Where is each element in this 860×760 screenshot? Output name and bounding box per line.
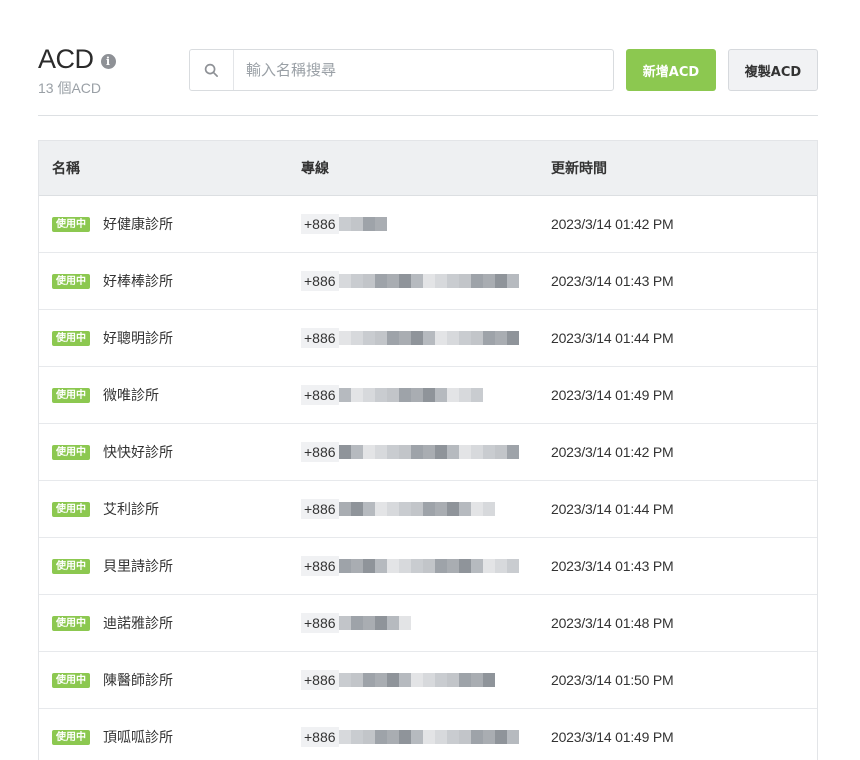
- name-cell: 使用中 微唯診所: [52, 385, 159, 405]
- redacted-number: [338, 499, 495, 519]
- redacted-number: [338, 385, 483, 405]
- status-badge: 使用中: [52, 216, 90, 232]
- line-number: +886: [301, 556, 339, 576]
- table-row[interactable]: 使用中 迪諾雅診所 +886 2023/3/14 01:48 PM: [39, 595, 817, 652]
- acd-list-page: ACD i 13 個ACD 新增ACD 複製ACD 名稱 專線 更新時間 使用中…: [0, 0, 860, 760]
- updated-time: 2023/3/14 01:44 PM: [551, 501, 674, 517]
- column-header-line[interactable]: 專線: [301, 158, 329, 178]
- updated-time: 2023/3/14 01:48 PM: [551, 615, 674, 631]
- acd-name[interactable]: 頂呱呱診所: [103, 727, 173, 747]
- status-badge: 使用中: [52, 615, 90, 631]
- line-number: +886: [301, 499, 339, 519]
- header-divider: [38, 115, 818, 116]
- updated-time: 2023/3/14 01:49 PM: [551, 387, 674, 403]
- acd-name[interactable]: 好健康診所: [103, 214, 173, 234]
- updated-time: 2023/3/14 01:42 PM: [551, 444, 674, 460]
- line-cell: +886: [301, 613, 411, 633]
- redacted-number: [338, 727, 519, 747]
- search-icon[interactable]: [190, 50, 234, 90]
- acd-name[interactable]: 快快好診所: [103, 442, 173, 462]
- name-cell: 使用中 貝里詩診所: [52, 556, 173, 576]
- status-badge: 使用中: [52, 729, 90, 745]
- name-cell: 使用中 好聰明診所: [52, 328, 173, 348]
- acd-name[interactable]: 微唯診所: [103, 385, 159, 405]
- line-cell: +886: [301, 442, 519, 462]
- column-header-name[interactable]: 名稱: [52, 158, 80, 178]
- table-row[interactable]: 使用中 微唯診所 +886 2023/3/14 01:49 PM: [39, 367, 817, 424]
- status-badge: 使用中: [52, 387, 90, 403]
- name-cell: 使用中 頂呱呱診所: [52, 727, 173, 747]
- line-cell: +886: [301, 385, 483, 405]
- name-cell: 使用中 陳醫師診所: [52, 670, 173, 690]
- table-row[interactable]: 使用中 頂呱呱診所 +886 2023/3/14 01:49 PM: [39, 709, 817, 760]
- acd-count: 13 個ACD: [38, 80, 102, 96]
- acd-name[interactable]: 陳醫師診所: [103, 670, 173, 690]
- name-cell: 使用中 艾利診所: [52, 499, 159, 519]
- acd-name[interactable]: 好聰明診所: [103, 328, 173, 348]
- redacted-number: [338, 214, 387, 234]
- search-box: [189, 49, 614, 91]
- table-header: 名稱 專線 更新時間: [39, 140, 817, 196]
- page-title: ACD i: [38, 44, 116, 75]
- line-number: +886: [301, 670, 339, 690]
- line-number: +886: [301, 727, 339, 747]
- status-badge: 使用中: [52, 444, 90, 460]
- acd-table: 名稱 專線 更新時間 使用中 好健康診所 +886 2023/3/14 01:42 P…: [38, 140, 818, 760]
- table-body: 使用中 好健康診所 +886 2023/3/14 01:42 PM 使用中 好棒棒診所 +8…: [39, 196, 817, 760]
- add-acd-button[interactable]: 新增ACD: [626, 49, 716, 91]
- line-cell: +886: [301, 670, 495, 690]
- name-cell: 使用中 好棒棒診所: [52, 271, 173, 291]
- acd-name[interactable]: 貝里詩診所: [103, 556, 173, 576]
- status-badge: 使用中: [52, 273, 90, 289]
- title-block: ACD i 13 個ACD: [38, 44, 116, 98]
- line-number: +886: [301, 442, 339, 462]
- redacted-number: [338, 556, 519, 576]
- line-cell: +886: [301, 727, 519, 747]
- updated-time: 2023/3/14 01:43 PM: [551, 558, 674, 574]
- line-cell: +886: [301, 271, 519, 291]
- line-cell: +886: [301, 214, 387, 234]
- line-number: +886: [301, 328, 339, 348]
- line-number: +886: [301, 214, 339, 234]
- redacted-number: [338, 442, 519, 462]
- info-icon[interactable]: i: [100, 53, 116, 69]
- line-cell: +886: [301, 556, 519, 576]
- name-cell: 使用中 好健康診所: [52, 214, 173, 234]
- acd-name[interactable]: 好棒棒診所: [103, 271, 173, 291]
- updated-time: 2023/3/14 01:49 PM: [551, 729, 674, 745]
- updated-time: 2023/3/14 01:44 PM: [551, 330, 674, 346]
- updated-time: 2023/3/14 01:43 PM: [551, 273, 674, 289]
- table-row[interactable]: 使用中 陳醫師診所 +886 2023/3/14 01:50 PM: [39, 652, 817, 709]
- name-cell: 使用中 迪諾雅診所: [52, 613, 173, 633]
- redacted-number: [338, 613, 411, 633]
- status-badge: 使用中: [52, 672, 90, 688]
- table-row[interactable]: 使用中 艾利診所 +886 2023/3/14 01:44 PM: [39, 481, 817, 538]
- copy-acd-button[interactable]: 複製ACD: [728, 49, 818, 91]
- updated-time: 2023/3/14 01:50 PM: [551, 672, 674, 688]
- name-cell: 使用中 快快好診所: [52, 442, 173, 462]
- redacted-number: [338, 670, 495, 690]
- table-row[interactable]: 使用中 好聰明診所 +886 2023/3/14 01:44 PM: [39, 310, 817, 367]
- page-header: ACD i 13 個ACD 新增ACD 複製ACD: [38, 44, 818, 104]
- column-header-updated[interactable]: 更新時間: [551, 158, 607, 178]
- line-cell: +886: [301, 499, 495, 519]
- table-row[interactable]: 使用中 快快好診所 +886 2023/3/14 01:42 PM: [39, 424, 817, 481]
- page-title-text: ACD: [38, 44, 94, 74]
- acd-name[interactable]: 艾利診所: [103, 499, 159, 519]
- line-number: +886: [301, 385, 339, 405]
- redacted-number: [338, 328, 519, 348]
- status-badge: 使用中: [52, 558, 90, 574]
- status-badge: 使用中: [52, 501, 90, 517]
- table-row[interactable]: 使用中 好健康診所 +886 2023/3/14 01:42 PM: [39, 196, 817, 253]
- table-row[interactable]: 使用中 貝里詩診所 +886 2023/3/14 01:43 PM: [39, 538, 817, 595]
- line-number: +886: [301, 613, 339, 633]
- acd-name[interactable]: 迪諾雅診所: [103, 613, 173, 633]
- line-cell: +886: [301, 328, 519, 348]
- redacted-number: [338, 271, 519, 291]
- status-badge: 使用中: [52, 330, 90, 346]
- updated-time: 2023/3/14 01:42 PM: [551, 216, 674, 232]
- search-input[interactable]: [234, 50, 613, 90]
- table-row[interactable]: 使用中 好棒棒診所 +886 2023/3/14 01:43 PM: [39, 253, 817, 310]
- line-number: +886: [301, 271, 339, 291]
